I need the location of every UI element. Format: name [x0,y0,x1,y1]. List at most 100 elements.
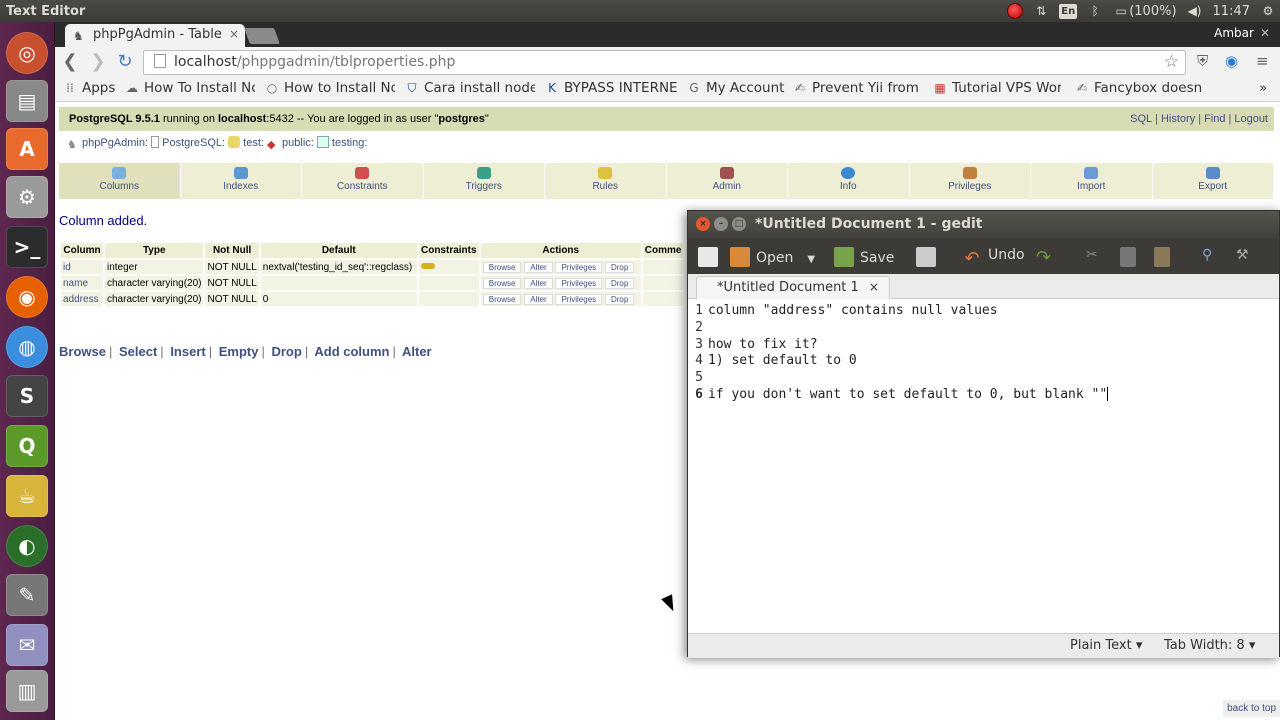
print-button[interactable] [916,247,942,267]
software-center-icon[interactable]: A [6,128,48,170]
back-to-top-link[interactable]: back to top [1223,700,1280,717]
address-bar[interactable]: localhost/phppgadmin/tblproperties.php ☆ [143,50,1186,75]
alter-button[interactable]: Alter [524,293,553,305]
primary-key-icon[interactable] [420,262,435,269]
drop-button[interactable]: Drop [604,261,635,273]
find-replace-icon[interactable]: ⚒ [1236,247,1249,263]
globe-icon[interactable]: ◐ [6,525,48,567]
privileges-button[interactable]: Privileges [555,277,603,289]
logout-link[interactable]: Logout [1234,113,1268,125]
profile-button[interactable]: Ambar ✕ [1214,26,1270,40]
close-window-icon[interactable]: × [696,217,710,231]
document-tab[interactable]: *Untitled Document 1 × [696,276,890,299]
tab-import[interactable]: Import [1031,163,1153,199]
record-icon[interactable] [1007,3,1024,19]
tab-export[interactable]: Export [1153,163,1274,199]
redo-arrow-icon[interactable]: ↷ [1036,247,1051,268]
extension-globe-icon[interactable]: ◉ [1225,52,1238,70]
bookmark-apps[interactable]: ⁞⁞ Apps [63,80,121,96]
tab-info[interactable]: Info [788,163,910,199]
volume-icon[interactable]: ◀) [1187,3,1203,19]
chevron-down-icon[interactable]: ▼ [807,254,815,265]
breadcrumb-phppgadmin[interactable]: ♞ phpPgAdmin: [67,137,148,151]
close-tab-icon[interactable]: × [869,280,879,294]
more-bookmarks-button[interactable]: » [1259,80,1275,96]
history-link[interactable]: History [1161,113,1195,125]
alter-link[interactable]: Alter [402,344,432,359]
clock[interactable]: 11:47 [1213,4,1250,19]
breadcrumb-database[interactable]: test: [228,136,264,149]
drop-button[interactable]: Drop [604,277,635,289]
browse-button[interactable]: Browse [482,261,522,273]
firefox-icon[interactable]: ◉ [6,276,48,318]
copy-button[interactable] [1120,247,1142,267]
bookmark-item[interactable]: K BYPASS INTERNE [545,80,678,96]
language-mode-dropdown[interactable]: Plain Text ▾ [1070,638,1142,653]
tab-columns[interactable]: Columns [59,163,181,199]
settings-icon[interactable]: ⚙ [6,176,48,218]
insert-link[interactable]: Insert [170,344,205,359]
reload-icon[interactable]: ↻ [114,51,136,73]
bookmark-item[interactable]: ✍ Fancybox doesn' [1075,80,1203,96]
column-name-link[interactable]: id [61,260,103,274]
bookmark-item[interactable]: ⛉ Cara install node [405,80,535,96]
breadcrumb-table[interactable]: testing: [316,136,367,149]
forward-icon[interactable]: ❯ [87,51,109,73]
network-icon[interactable]: ⇅ [1033,3,1049,19]
terminal-icon[interactable]: >_ [6,226,48,268]
cut-icon[interactable]: ✂ [1086,247,1098,263]
battery-indicator[interactable]: ▭ (100%) [1113,3,1177,19]
mail-icon[interactable]: ✉ [6,624,48,666]
drop-button[interactable]: Drop [604,293,635,305]
qgis-icon[interactable]: Q [6,425,48,467]
trash-icon[interactable]: ▥ [6,670,48,712]
gear-icon[interactable]: ⚙ [1260,3,1276,19]
text-editor-area[interactable]: 1 column "address" contains null values 2… [688,299,1279,633]
gimp-icon[interactable]: ✎ [6,574,48,616]
column-name-link[interactable]: address [61,292,103,306]
bookmark-item[interactable]: ☁ How To Install No [125,80,255,96]
select-link[interactable]: Select [119,344,157,359]
tab-close-icon[interactable]: × [229,27,239,41]
tab-constraints[interactable]: Constraints [302,163,424,199]
sql-link[interactable]: SQL [1130,113,1152,125]
breadcrumb-schema[interactable]: ◆ public: [267,137,314,151]
breadcrumb-server[interactable]: PostgreSQL: [151,136,225,149]
bookmark-item[interactable]: G My Account [687,80,787,96]
alter-button[interactable]: Alter [524,277,553,289]
extension-shield-icon[interactable]: ⛨ [1197,52,1208,70]
tab-triggers[interactable]: Triggers [424,163,545,199]
privileges-button[interactable]: Privileges [555,293,603,305]
find-link[interactable]: Find [1204,113,1225,125]
tab-width-dropdown[interactable]: Tab Width: 8 ▾ [1164,638,1255,653]
browser-tab[interactable]: ♞ phpPgAdmin - Table × [65,24,245,47]
tab-privileges[interactable]: Privileges [910,163,1031,199]
tab-rules[interactable]: Rules [545,163,667,199]
bluetooth-icon[interactable]: ᛒ [1087,3,1103,19]
bookmark-item[interactable]: ✍ Prevent Yii from [793,80,921,96]
keyboard-language-indicator[interactable]: En [1059,3,1078,19]
empty-link[interactable]: Empty [219,344,259,359]
maximize-window-icon[interactable]: □ [732,217,746,231]
search-icon[interactable]: ⚲ [1202,247,1212,263]
undo-button[interactable]: ↶ Undo [962,247,1024,269]
privileges-button[interactable]: Privileges [555,261,603,273]
drop-link[interactable]: Drop [271,344,301,359]
chrome-icon[interactable]: ◍ [6,326,48,368]
browse-button[interactable]: Browse [482,293,522,305]
new-tab-button[interactable] [244,28,280,44]
bookmark-item[interactable]: ○ How to Install No [265,80,395,96]
new-document-button[interactable] [698,247,724,267]
back-icon[interactable]: ❮ [59,51,81,73]
ubuntu-dash-icon[interactable]: ◎ [6,32,48,74]
gedit-titlebar[interactable]: × – □ *Untitled Document 1 - gedit [688,211,1279,238]
close-icon[interactable]: ✕ [1260,26,1270,40]
add-column-link[interactable]: Add column [314,344,389,359]
menu-icon[interactable]: ≡ [1256,52,1269,70]
browse-button[interactable]: Browse [482,277,522,289]
sublime-text-icon[interactable]: S [6,375,48,417]
open-button[interactable]: Open ▼ [730,247,815,267]
bookmark-star-icon[interactable]: ☆ [1164,52,1179,72]
save-button[interactable]: Save [834,247,894,267]
minimize-window-icon[interactable]: – [714,217,728,231]
